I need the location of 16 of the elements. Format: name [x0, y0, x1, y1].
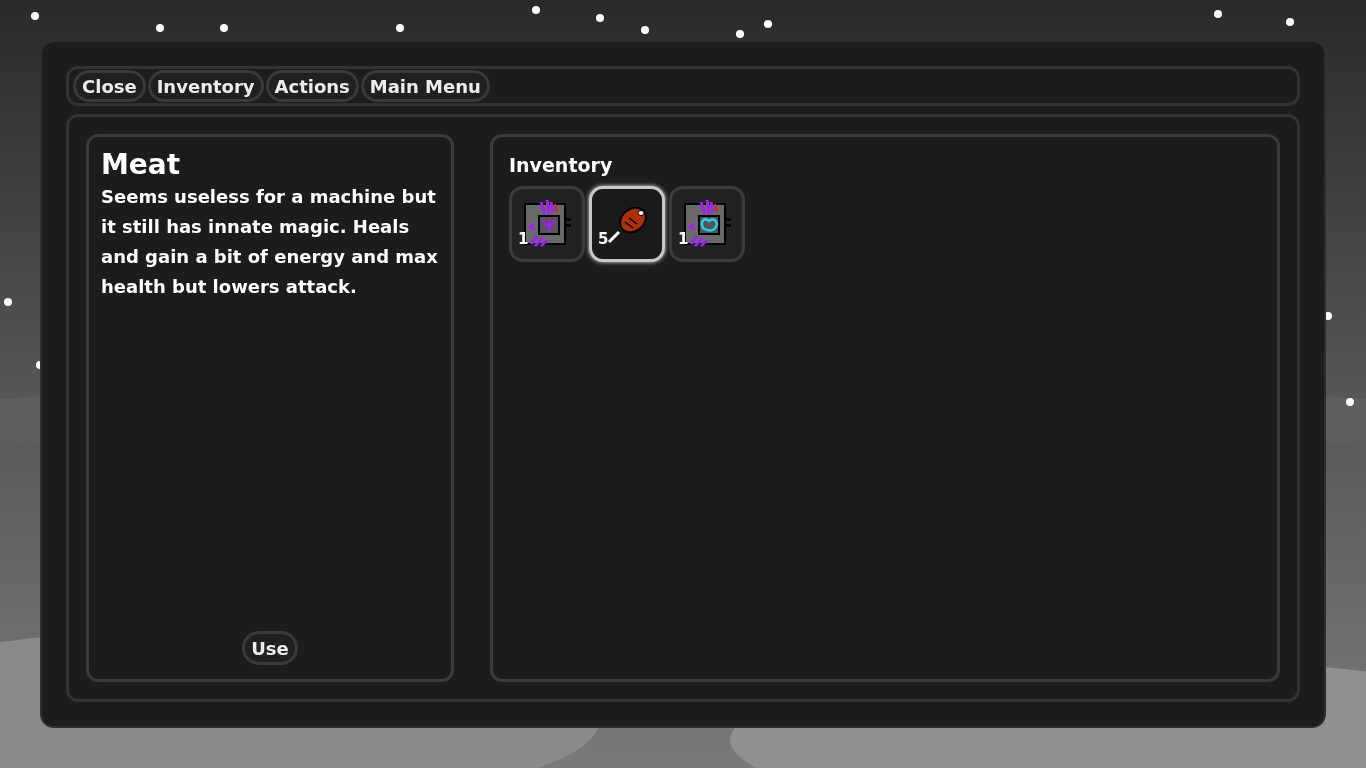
item-description: Seems useless for a machine but it still has innate magic. Heals and gain a bit of energy and max health but lowers attack. — [101, 185, 439, 299]
menu-button[interactable]: Inventory — [147, 70, 264, 102]
inventory-slot[interactable]: 1 — [669, 185, 745, 262]
inventory-slot[interactable]: 5 — [589, 185, 665, 262]
use-button[interactable]: Use — [242, 631, 298, 665]
menu-button[interactable]: Main Menu — [360, 70, 490, 102]
circuit-chip-icon — [681, 197, 733, 250]
item-count: 1 — [678, 231, 689, 247]
item-title: Meat — [101, 147, 182, 182]
item-count: 1 — [518, 231, 529, 247]
menu-button[interactable]: Actions — [265, 70, 359, 102]
item-count: 5 — [598, 231, 609, 247]
inventory-slot[interactable]: 1 — [509, 185, 585, 262]
menu-button[interactable]: Close — [73, 70, 146, 102]
inventory-title: Inventory — [509, 153, 614, 178]
circuit-chip-icon — [521, 197, 573, 250]
